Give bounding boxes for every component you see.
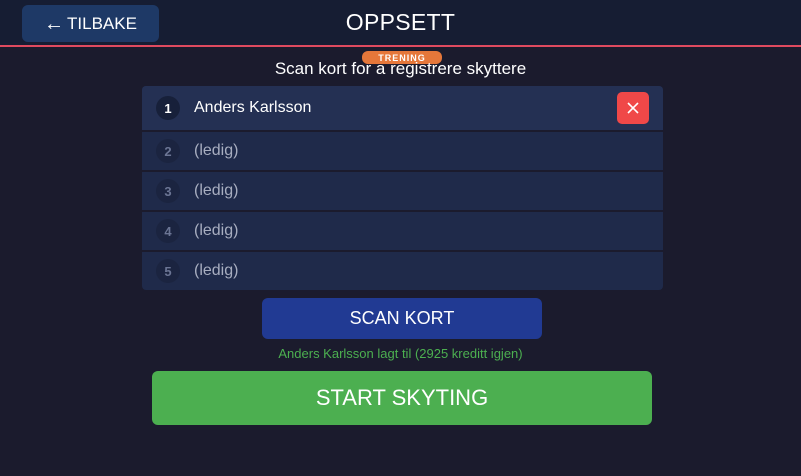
slot-name: (ledig) — [194, 222, 239, 239]
player-slot-4: 4 (ledig) — [142, 210, 663, 250]
slot-number: 1 — [156, 96, 180, 120]
player-list: 1 Anders Karlsson 2 (ledig) 3 (ledig) 4 … — [142, 86, 663, 290]
player-slot-2: 2 (ledig) — [142, 130, 663, 170]
slot-name: (ledig) — [194, 182, 239, 199]
page-title: OPPSETT — [345, 9, 456, 35]
start-shooting-button[interactable]: START SKYTING — [152, 371, 652, 425]
player-slot-5: 5 (ledig) — [142, 250, 663, 290]
player-slot-1: 1 Anders Karlsson — [142, 86, 663, 130]
slot-number: 2 — [156, 139, 180, 163]
slot-number: 4 — [156, 219, 180, 243]
remove-player-button[interactable] — [617, 92, 649, 124]
scan-card-button[interactable]: SCAN KORT — [262, 298, 542, 339]
slot-name: (ledig) — [194, 262, 239, 279]
slot-name: (ledig) — [194, 142, 239, 159]
close-icon — [627, 102, 639, 114]
slot-number: 3 — [156, 179, 180, 203]
header-bar: ← TILBAKE OPPSETT — [0, 0, 801, 47]
slot-number: 5 — [156, 259, 180, 283]
instruction-text: Scan kort for a registrere skyttere — [274, 59, 527, 78]
slot-name: Anders Karlsson — [194, 99, 312, 116]
player-slot-3: 3 (ledig) — [142, 170, 663, 210]
status-message: Anders Karlsson lagt til (2925 kreditt i… — [278, 346, 523, 361]
